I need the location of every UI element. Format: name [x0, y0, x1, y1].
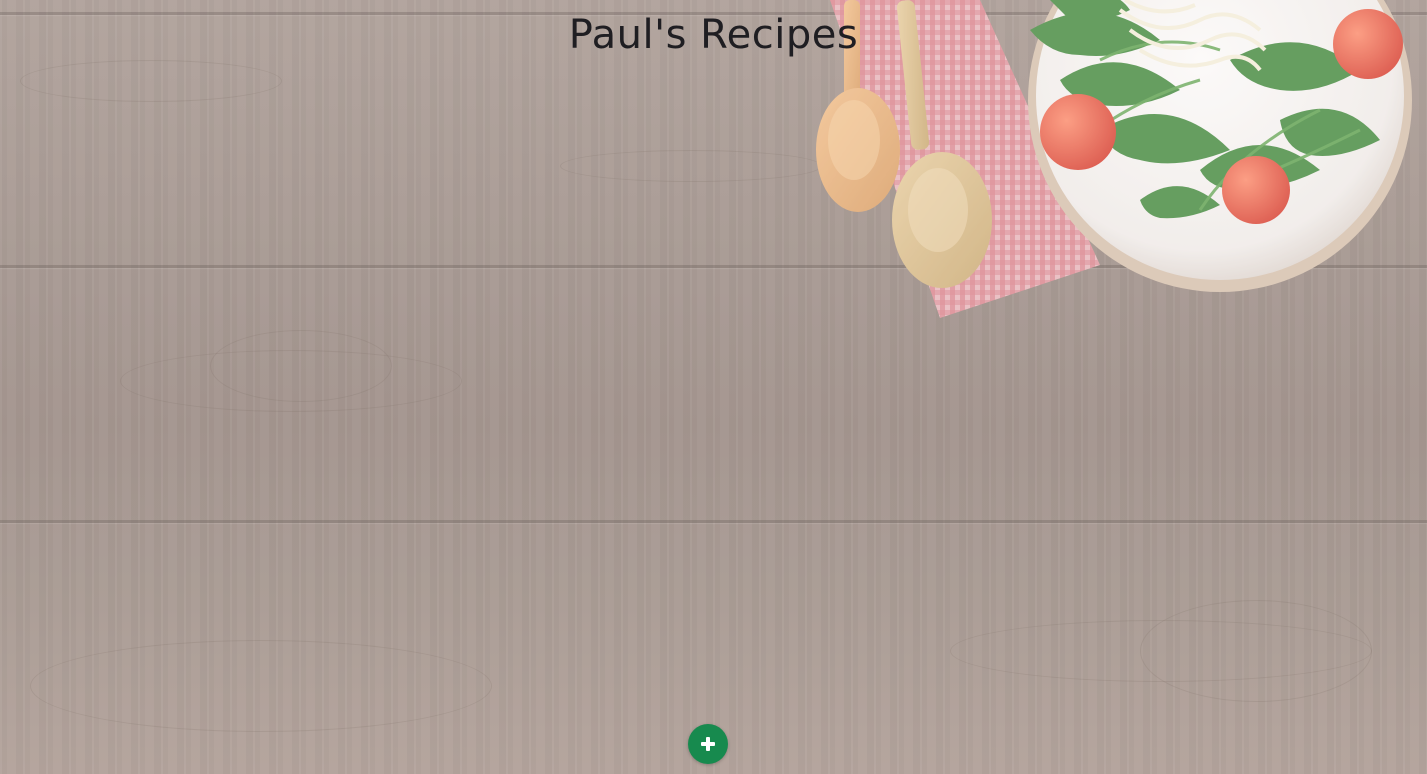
wood-grain	[30, 640, 492, 732]
plus-icon	[701, 737, 715, 751]
plank-seam	[0, 520, 1427, 523]
wood-grain	[1140, 600, 1372, 702]
tomato	[1040, 94, 1116, 170]
wood-grain	[20, 60, 282, 102]
wood-grain	[560, 150, 822, 182]
page-title: Paul's Recipes	[568, 12, 859, 58]
wood-grain	[210, 330, 392, 402]
tomato	[1222, 156, 1290, 224]
add-recipe-button[interactable]	[688, 724, 728, 764]
